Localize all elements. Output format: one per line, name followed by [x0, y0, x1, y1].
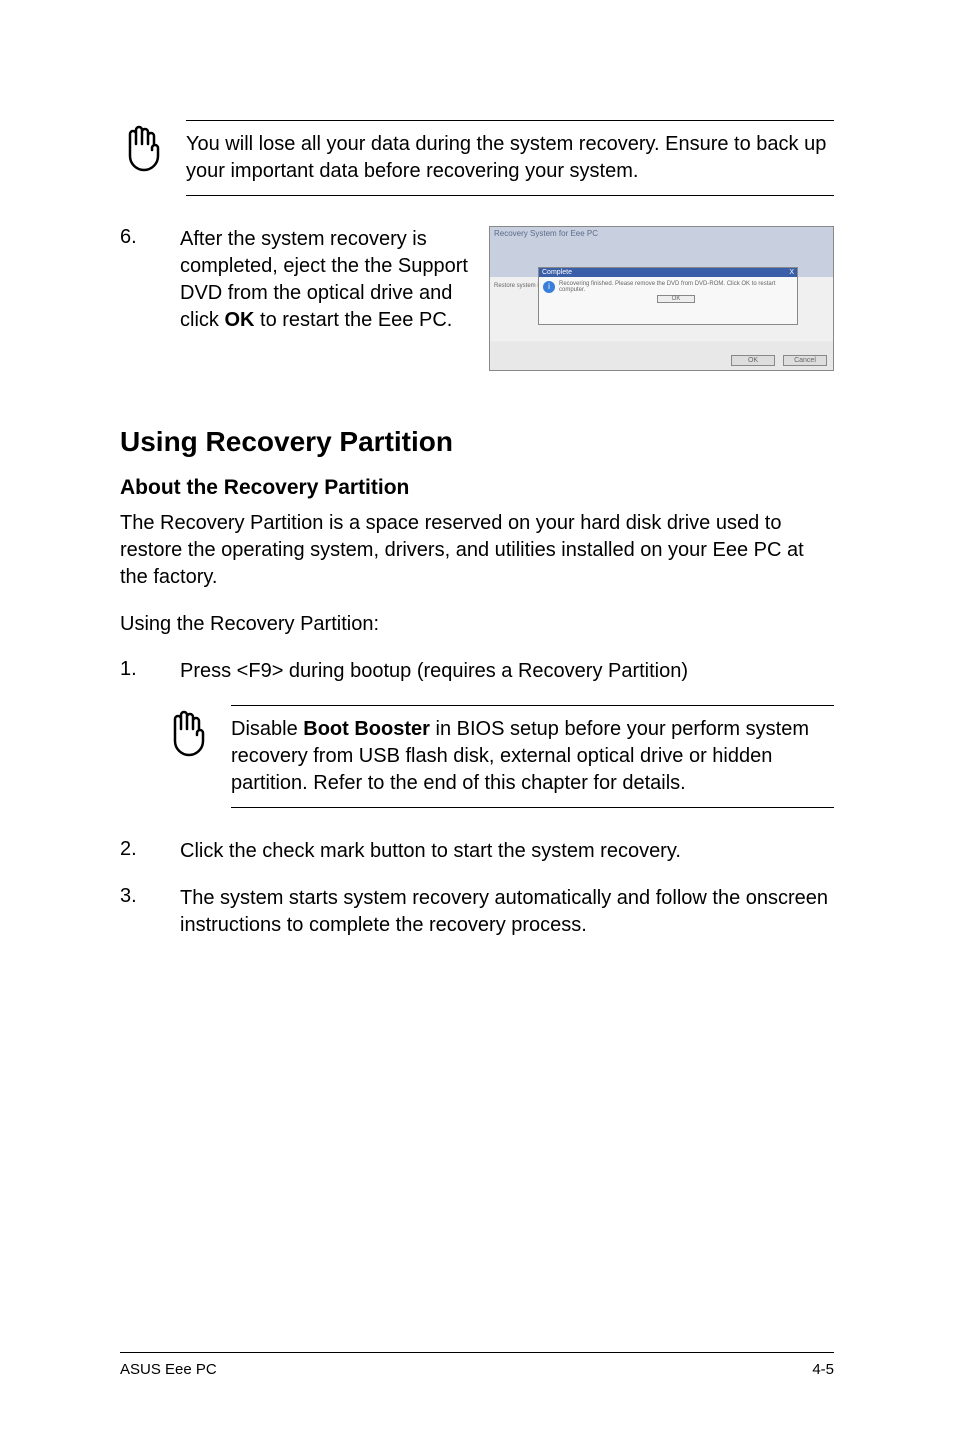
step-6-row: 6. After the system recovery is complete…	[120, 226, 834, 371]
note2-bold: Boot Booster	[303, 718, 430, 740]
note-box-2: Disable Boot Booster in BIOS setup befor…	[165, 705, 834, 808]
step-2-text: Click the check mark button to start the…	[180, 838, 834, 865]
note2-text-a: Disable	[231, 718, 303, 740]
ss-cancel-button: Cancel	[783, 355, 827, 366]
recovery-complete-screenshot: Recovery System for Eee PC Restore syste…	[489, 226, 834, 371]
note1-text: You will lose all your data during the s…	[186, 133, 826, 182]
ss-bottom-buttons: OK Cancel	[731, 355, 827, 366]
ss-dialog-body-text: Recovering finished. Please remove the D…	[559, 281, 793, 303]
step-2: 2. Click the check mark button to start …	[120, 838, 834, 865]
step-6-number: 6.	[120, 226, 150, 371]
section-subtitle: About the Recovery Partition	[120, 476, 834, 500]
ss-dialog-titlebar: Complete X	[539, 268, 797, 277]
section-para1: The Recovery Partition is a space reserv…	[120, 510, 834, 591]
ss-window-title: Recovery System for Eee PC	[494, 229, 598, 238]
footer-right: 4-5	[812, 1361, 834, 1378]
note-text-2: Disable Boot Booster in BIOS setup befor…	[231, 705, 834, 808]
page-footer: ASUS Eee PC 4-5	[120, 1352, 834, 1378]
ss-dialog-body: i Recovering finished. Please remove the…	[539, 277, 797, 307]
note-box-1: You will lose all your data during the s…	[120, 120, 834, 196]
ss-dialog: Complete X i Recovering finished. Please…	[538, 267, 798, 325]
info-icon: i	[543, 281, 555, 293]
section-para2: Using the Recovery Partition:	[120, 611, 834, 638]
close-icon: X	[789, 269, 794, 276]
step-1: 1. Press <F9> during bootup (requires a …	[120, 658, 834, 685]
hand-stop-icon	[165, 705, 211, 761]
ss-ok-button: OK	[731, 355, 775, 366]
step-2-number: 2.	[120, 838, 150, 865]
hand-stop-icon	[120, 120, 166, 176]
step-6-left: 6. After the system recovery is complete…	[120, 226, 474, 371]
ss-dialog-ok-button: OK	[657, 295, 695, 303]
step-3: 3. The system starts system recovery aut…	[120, 885, 834, 939]
section-title: Using Recovery Partition	[120, 426, 834, 458]
step-3-number: 3.	[120, 885, 150, 939]
step-6-text: After the system recovery is completed, …	[180, 226, 474, 371]
ss-dialog-msg: Recovering finished. Please remove the D…	[559, 281, 793, 293]
step6-text-b: to restart the Eee PC.	[254, 309, 452, 331]
note-text-1: You will lose all your data during the s…	[186, 120, 834, 196]
step-1-text: Press <F9> during bootup (requires a Rec…	[180, 658, 834, 685]
step-1-number: 1.	[120, 658, 150, 685]
ss-dialog-title: Complete	[542, 269, 572, 276]
step-3-text: The system starts system recovery automa…	[180, 885, 834, 939]
step6-bold: OK	[224, 309, 254, 331]
footer-left: ASUS Eee PC	[120, 1361, 217, 1378]
